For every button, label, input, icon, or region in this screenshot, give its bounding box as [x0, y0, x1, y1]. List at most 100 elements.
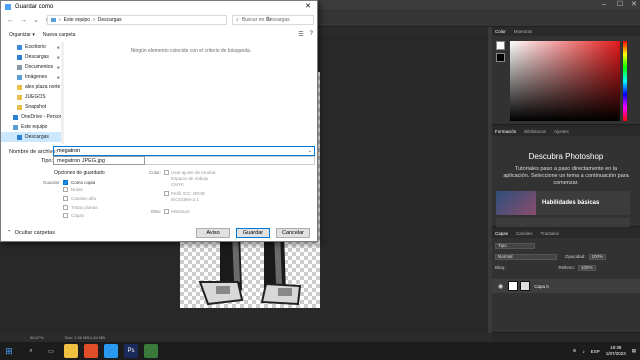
sidebar-item-documents[interactable]: Documentos ✱ — [1, 62, 62, 72]
save-copy-checkbox[interactable]: ✓ — [63, 180, 68, 185]
windows-start-icon[interactable]: ⊞ — [0, 342, 18, 360]
view-options-icon[interactable]: ☰ — [298, 31, 303, 38]
back-arrow-icon[interactable]: ← — [7, 17, 14, 24]
volume-icon[interactable]: ♪ — [582, 349, 584, 354]
thumbnail-checkbox[interactable] — [164, 209, 169, 214]
hide-folders-toggle[interactable]: ⌃ Ocultar carpetas — [7, 230, 55, 236]
minimize-icon[interactable]: – — [596, 0, 612, 9]
alpha-channels-checkbox[interactable] — [63, 196, 68, 201]
forward-arrow-icon[interactable]: → — [20, 17, 27, 24]
file-type-select[interactable] — [145, 156, 315, 165]
layer-mask-thumbnail[interactable] — [520, 281, 531, 291]
layers-checkbox[interactable] — [63, 213, 68, 218]
search-input[interactable]: ⌕ Buscar en Descargas — [232, 15, 314, 25]
breadcrumb-root[interactable]: Este equipo — [64, 17, 90, 23]
breadcrumb-folder[interactable]: Descargas — [98, 17, 122, 23]
tab-paths[interactable]: Trazados — [541, 231, 560, 236]
sidebar-item-label: Documentos — [25, 64, 54, 70]
tab-libraries[interactable]: Bibliotecas — [524, 129, 546, 134]
close-icon[interactable]: ✕ — [626, 0, 640, 9]
pictures-icon — [17, 74, 22, 80]
file-type-label: Tipo: — [41, 158, 54, 164]
next-tutorial-card[interactable] — [496, 218, 630, 227]
breadcrumb-separator: › — [59, 17, 61, 23]
foreground-color-swatch[interactable] — [496, 41, 505, 50]
save-copy-label: Como copia — [71, 180, 96, 185]
spot-colors-checkbox[interactable] — [63, 205, 68, 210]
sidebar-item-downloads[interactable]: Descargas ✱ — [1, 52, 62, 62]
sidebar-item-folder[interactable]: alex plaza norte — [1, 82, 62, 92]
document-info: Doc: 1,36 MB/1,84 MB — [64, 335, 105, 340]
sidebar-item-onedrive[interactable]: OneDrive - Persor — [1, 112, 62, 122]
filename-input[interactable]: megatron ⌄ — [53, 146, 315, 156]
language-indicator[interactable]: ESP — [591, 349, 600, 354]
browser-icon[interactable] — [84, 344, 98, 358]
file-explorer-icon[interactable] — [64, 344, 78, 358]
chevron-down-icon[interactable]: ⌄ — [308, 147, 312, 155]
task-view-icon[interactable]: ▭ — [44, 344, 58, 358]
recent-locations-icon[interactable]: ⌄ — [33, 16, 39, 24]
visibility-eye-icon[interactable]: ◉ — [498, 283, 503, 290]
save-button[interactable]: Guardar — [236, 228, 270, 238]
search-icon: ⌕ — [236, 17, 239, 23]
cancel-button[interactable]: Cancelar — [276, 228, 310, 238]
autocomplete-suggestion[interactable]: megatron JPEG.jpg — [53, 156, 145, 165]
taskbar: ⊞ ⌕ ▭ Ps ≋ ♪ ESP 18:38 1/07/2023 ▤ — [0, 342, 640, 360]
layer-name[interactable]: Capa 0 — [534, 284, 549, 289]
canvas-area[interactable] — [318, 35, 488, 333]
tab-swatches[interactable]: Muestras — [514, 29, 533, 34]
color-panel: Color Muestras — [492, 27, 640, 125]
sidebar-item-downloads-selected[interactable]: Descargas — [1, 132, 62, 142]
new-folder-button[interactable]: Nueva carpeta — [43, 32, 76, 38]
fill-input[interactable]: 100% — [578, 264, 596, 271]
sidebar-item-folder[interactable]: JUEGOS — [1, 92, 62, 102]
search-icon[interactable]: ⌕ — [24, 344, 38, 358]
tab-adjustments[interactable]: Ajustes — [554, 129, 569, 134]
basic-skills-card[interactable]: Habilidades básicas — [496, 191, 630, 215]
file-list[interactable]: Ningún elemento coincide con el criterio… — [65, 42, 317, 144]
notes-label: Notas — [71, 187, 83, 192]
hue-slider[interactable] — [623, 41, 627, 121]
organize-button[interactable]: Organizar ▾ — [9, 32, 35, 38]
app-icon[interactable] — [144, 344, 158, 358]
document-tab-bar[interactable] — [318, 27, 488, 35]
icc-profile-checkbox[interactable] — [164, 191, 169, 196]
navigation-pane: Escritorio ✱ Descargas ✱ Documentos ✱ Imáge… — [1, 42, 63, 144]
notifications-icon[interactable]: ▤ — [632, 348, 636, 354]
tab-layers[interactable]: Capas — [495, 231, 508, 236]
notes-checkbox[interactable] — [63, 187, 68, 192]
computer-icon — [51, 18, 56, 22]
sidebar-item-pictures[interactable]: Imágenes ✱ — [1, 72, 62, 82]
close-icon[interactable]: ✕ — [299, 1, 317, 13]
zoom-level[interactable]: 66,67% — [30, 335, 44, 340]
address-bar[interactable]: › Este equipo › Descargas ↻ — [47, 15, 272, 25]
clock[interactable]: 18:38 1/07/2023 — [606, 345, 626, 357]
wifi-icon[interactable]: ≋ — [573, 348, 577, 354]
blend-mode-select[interactable]: Normal — [495, 253, 557, 260]
proof-setup-label: Usar ajuste de prueba: — [171, 170, 217, 175]
opacity-input[interactable]: 100% — [588, 253, 607, 260]
photoshop-icon[interactable]: Ps — [124, 344, 138, 358]
background-color-swatch[interactable] — [496, 53, 505, 62]
edge-icon[interactable] — [104, 344, 118, 358]
breadcrumb-separator: › — [93, 17, 95, 23]
tab-channels[interactable]: Canales — [516, 231, 533, 236]
sidebar-item-folder[interactable]: Snapshot — [1, 102, 62, 112]
tab-color[interactable]: Color — [495, 29, 506, 34]
layer-row[interactable]: ◉ Capa 0 — [492, 279, 640, 293]
learn-panel: Formación Bibliotecas Ajustes Descubra P… — [492, 127, 640, 227]
dialog-title-bar[interactable]: Guardar como — [1, 1, 317, 13]
proof-setup-checkbox[interactable] — [164, 170, 169, 175]
navigation-scrollbar[interactable] — [61, 42, 64, 144]
pin-icon: ✱ — [56, 44, 60, 50]
sidebar-item-this-pc[interactable]: Este equipo — [1, 122, 62, 132]
pin-icon: ✱ — [56, 74, 60, 80]
tab-learn[interactable]: Formación — [495, 129, 516, 134]
learn-description: Tutoriales paso a paso directamente en l… — [503, 166, 629, 186]
icc-profile-label: Perfil ICC: sRGB — [171, 191, 205, 196]
layer-kind-filter[interactable]: Tipo — [495, 242, 535, 249]
sidebar-item-desktop[interactable]: Escritorio ✱ — [1, 42, 62, 52]
help-icon[interactable]: ? — [310, 31, 313, 38]
warning-button[interactable]: Aviso — [196, 228, 230, 238]
color-picker-field[interactable] — [510, 41, 620, 121]
